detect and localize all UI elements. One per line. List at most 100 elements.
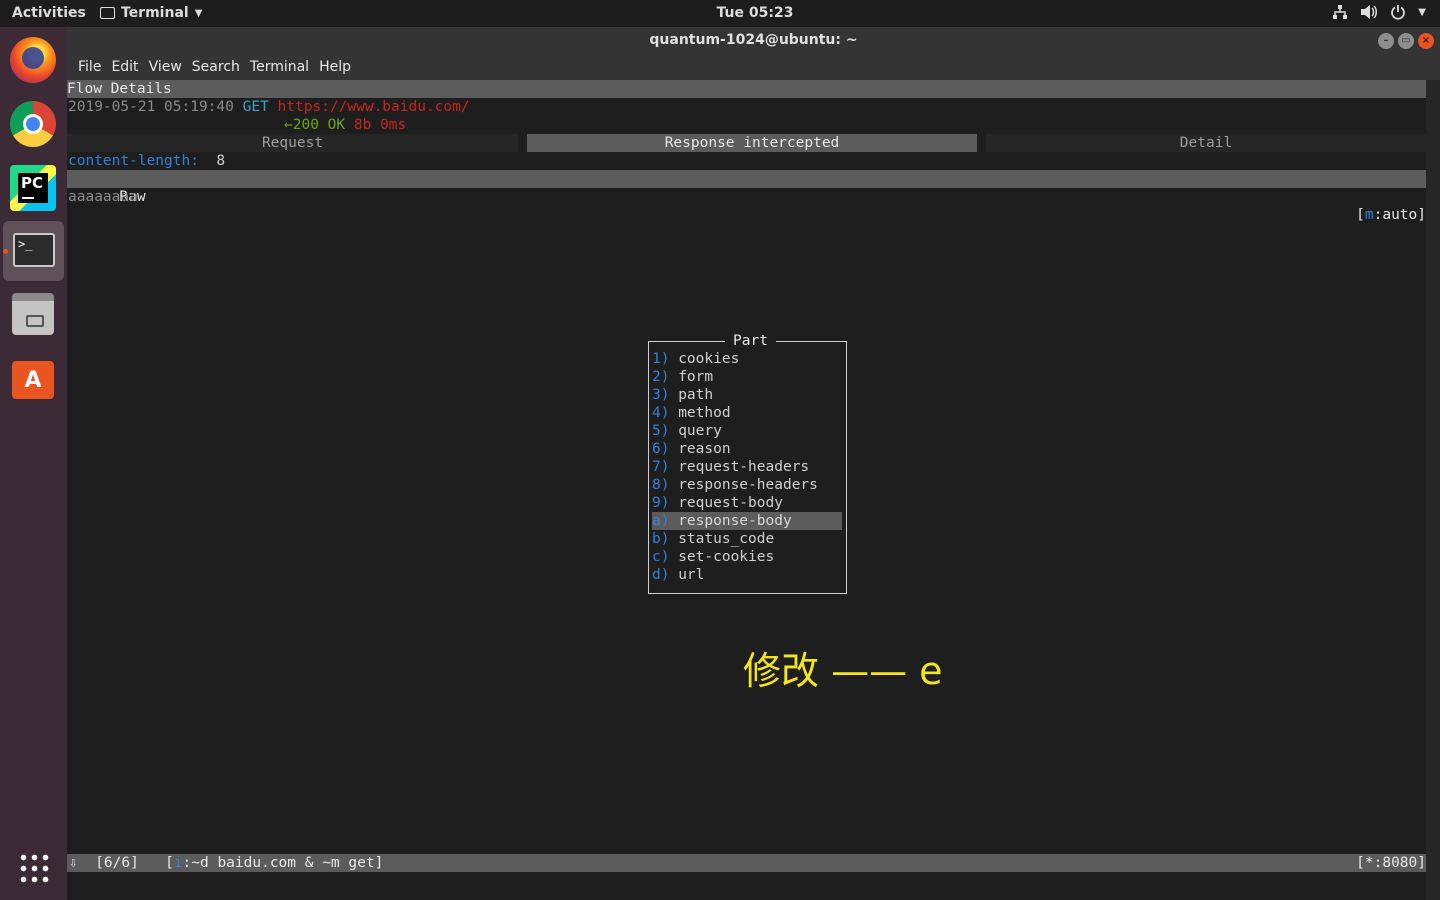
option-label: response-body: [678, 513, 792, 529]
option-label: query: [678, 423, 722, 439]
part-option-form[interactable]: 2) form: [652, 368, 842, 386]
part-option-query[interactable]: 5) query: [652, 422, 842, 440]
option-label: request-body: [678, 495, 783, 511]
software-launcher[interactable]: A: [8, 353, 58, 403]
header-key: content-length:: [68, 153, 199, 169]
tray-caret-icon: ▼: [1418, 6, 1426, 18]
flow-request-line: 2019-05-21 05:19:40 GET https://www.baid…: [68, 98, 470, 116]
flow-response-line: ←200 OK 8b 0ms: [284, 116, 406, 134]
option-key: d): [652, 567, 670, 583]
terminal-window: quantum-1024@ubuntu: ~ – ▭ × File Edit V…: [67, 27, 1440, 900]
menu-view[interactable]: View: [144, 59, 187, 80]
menu-file[interactable]: File: [73, 59, 106, 80]
system-tray[interactable]: ▼: [1332, 4, 1426, 20]
power-icon: [1391, 5, 1406, 20]
option-key: 2): [652, 369, 670, 385]
menu-help[interactable]: Help: [314, 59, 356, 80]
clock[interactable]: Tue 05:23: [0, 5, 1440, 21]
flow-count: [6/6]: [95, 855, 139, 871]
software-icon-label: A: [24, 368, 42, 393]
option-label: method: [678, 405, 731, 421]
part-option-response-body[interactable]: a) response-body: [652, 512, 842, 530]
view-mode[interactable]: [m:auto]: [1356, 206, 1426, 224]
volume-icon: [1361, 5, 1378, 19]
option-key: a): [652, 513, 670, 529]
app-grid-icon: [18, 852, 50, 884]
option-label: path: [678, 387, 714, 403]
option-key: 4): [652, 405, 670, 421]
terminal-launcher[interactable]: >_: [3, 221, 64, 281]
tab-request[interactable]: Request: [67, 134, 518, 152]
window-title: quantum-1024@ubuntu: ~: [649, 32, 858, 48]
flow-details-title: Flow Details: [67, 81, 172, 97]
filter-open: [: [165, 855, 174, 871]
running-indicator: [3, 249, 8, 254]
intercept-filter[interactable]: [i:~d baidu.com & ~m get]: [165, 855, 383, 871]
menu-edit[interactable]: Edit: [106, 59, 143, 80]
menu-search[interactable]: Search: [187, 59, 245, 80]
part-menu-title: Part: [725, 332, 776, 350]
part-option-path[interactable]: 3) path: [652, 386, 842, 404]
option-key: 9): [652, 495, 670, 511]
option-key: 1): [652, 351, 670, 367]
part-option-status-code[interactable]: b) status_code: [652, 530, 842, 548]
show-applications-button[interactable]: [8, 842, 58, 892]
caret-down-icon: ▼: [194, 7, 203, 19]
network-icon: [1333, 5, 1348, 19]
part-option-request-body[interactable]: 9) request-body: [652, 494, 842, 512]
software-icon: A: [12, 361, 54, 399]
raw-view-bar: Raw [m:auto]: [67, 170, 1426, 223]
listen-address: [*:8080]: [1356, 855, 1426, 871]
header-value: 8: [216, 153, 226, 169]
option-label: form: [678, 369, 714, 385]
part-option-response-headers[interactable]: 8) response-headers: [652, 476, 842, 494]
option-key: b): [652, 531, 670, 547]
pycharm-icon: PC: [10, 165, 56, 211]
firefox-icon: [10, 37, 56, 83]
option-key: 6): [652, 441, 670, 457]
pycharm-launcher[interactable]: PC: [8, 163, 58, 213]
scroll-down-icon: ⇩: [69, 855, 78, 871]
part-option-request-headers[interactable]: 7) request-headers: [652, 458, 842, 476]
terminal-mini-icon: [100, 7, 115, 19]
chrome-launcher[interactable]: [8, 99, 58, 149]
option-key: c): [652, 549, 670, 565]
tab-detail[interactable]: Detail: [986, 134, 1426, 152]
maximize-button[interactable]: ▭: [1398, 33, 1414, 49]
option-label: reason: [678, 441, 731, 457]
part-menu: Part 1) cookies 2) form 3) path 4) metho…: [648, 332, 847, 594]
dock: PC >_ A: [0, 27, 67, 900]
part-option-set-cookies[interactable]: c) set-cookies: [652, 548, 842, 566]
option-label: url: [678, 567, 705, 583]
annotation-text: 修改 —— e: [743, 649, 943, 693]
app-menu[interactable]: Terminal ▼: [100, 5, 202, 21]
files-launcher[interactable]: [8, 289, 58, 339]
status-left: ⇩ [6/6] [i:~d baidu.com & ~m get]: [69, 854, 383, 872]
option-key: 7): [652, 459, 670, 475]
scrollbar[interactable]: [1426, 80, 1440, 900]
view-mode-value: :auto]: [1373, 207, 1426, 223]
response-size: 8b: [353, 117, 372, 133]
tab-response[interactable]: Response intercepted: [527, 134, 977, 152]
option-label: status_code: [678, 531, 775, 547]
option-label: request-headers: [678, 459, 810, 475]
option-label: set-cookies: [678, 549, 775, 565]
firefox-launcher[interactable]: [8, 35, 58, 85]
part-option-reason[interactable]: 6) reason: [652, 440, 842, 458]
terminal-content[interactable]: Flow Details 2019-05-21 05:19:40 GET htt…: [67, 80, 1440, 900]
part-option-method[interactable]: 4) method: [652, 404, 842, 422]
close-button[interactable]: ×: [1418, 33, 1434, 49]
top-bar: Activities Terminal ▼ Tue 05:23 ▼: [0, 0, 1440, 27]
title-bar[interactable]: quantum-1024@ubuntu: ~ – ▭ ×: [67, 27, 1440, 55]
part-option-url[interactable]: d) url: [652, 566, 842, 584]
app-menu-label: Terminal: [121, 5, 189, 21]
response-body: aaaaaaaa: [68, 189, 138, 205]
menu-terminal[interactable]: Terminal: [245, 59, 314, 80]
part-option-cookies[interactable]: 1) cookies: [652, 350, 842, 368]
filter-expression: :~d baidu.com & ~m get]: [182, 855, 384, 871]
option-key: 3): [652, 387, 670, 403]
minimize-button[interactable]: –: [1378, 33, 1394, 49]
activities-button[interactable]: Activities: [12, 5, 86, 21]
files-icon: [12, 293, 54, 335]
option-key: 8): [652, 477, 670, 493]
